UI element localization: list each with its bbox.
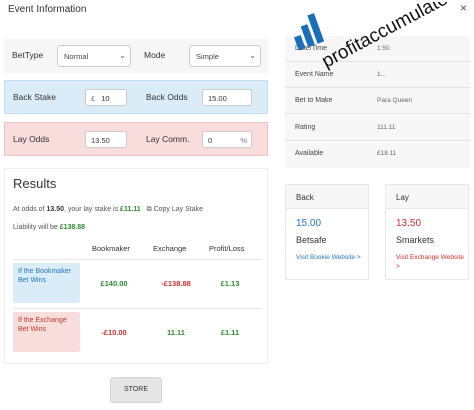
lay-card-header: Lay xyxy=(386,185,468,209)
mode-value: Simple xyxy=(196,52,219,61)
event-value: £18.11 xyxy=(377,150,397,157)
liability-line: Liability will be £138.88 xyxy=(13,224,85,231)
back-stake-label: Back Stake xyxy=(13,92,56,102)
mode-label: Mode xyxy=(144,50,166,60)
chevron-down-icon: ⌄ xyxy=(119,51,126,60)
results-title: Results xyxy=(13,176,57,191)
copy-lay-stake-label: Copy Lay Stake xyxy=(153,206,204,213)
col-header-bookmaker: Bookmaker xyxy=(92,244,130,253)
row1-bookmaker: £140.00 xyxy=(100,279,128,288)
mode-select[interactable]: Simple ⌄ xyxy=(189,45,261,67)
bettype-label: BetType xyxy=(12,50,44,60)
case-bookmaker-wins: If the Bookmaker Bet Wins xyxy=(13,263,80,303)
row2-profit: £1.11 xyxy=(220,328,240,337)
lay-card-exchange: Smarkets xyxy=(396,235,435,245)
modal-title: Event Information xyxy=(8,4,87,15)
percent-suffix: % xyxy=(240,136,247,145)
event-row: Available £18.11 xyxy=(285,141,470,167)
back-card-header: Back xyxy=(286,185,368,209)
event-row: Date/Time 1:50 xyxy=(285,36,470,62)
chevron-down-icon: ⌄ xyxy=(249,51,256,60)
table-divider xyxy=(13,259,261,260)
currency-prefix: £ xyxy=(91,94,96,103)
lay-comm-value: 0 xyxy=(208,136,213,145)
copy-lay-stake-button[interactable]: ⧉ Copy Lay Stake xyxy=(147,206,203,213)
back-card-odds: 15.00 xyxy=(296,218,322,229)
event-value: 111.11 xyxy=(377,124,396,131)
event-key: Available xyxy=(295,150,324,157)
store-button[interactable]: STORE xyxy=(110,377,162,403)
close-icon[interactable]: × xyxy=(460,1,467,15)
event-value: Para Queen xyxy=(377,97,413,104)
back-odds-label: Back Odds xyxy=(146,92,188,102)
odds-value: 13.50 xyxy=(46,206,65,213)
row2-exchange: 11.11 xyxy=(167,328,185,337)
event-key: Bet to Make xyxy=(295,97,333,104)
lay-odds-input[interactable]: 13.50 xyxy=(85,131,127,148)
event-information-modal: Event Information × BetType Normal ⌄ Mod… xyxy=(0,0,474,410)
liability-prefix: Liability will be xyxy=(13,224,58,231)
event-row: Bet to Make Para Queen xyxy=(285,88,470,114)
back-row: Back Stake £ 10 Back Odds 15.00 xyxy=(4,80,268,114)
back-odds-value: 15.00 xyxy=(208,94,227,103)
event-key: Event Name xyxy=(295,71,334,78)
lay-odds-label: Lay Odds xyxy=(13,134,50,144)
odds-middle: , your lay stake is xyxy=(64,206,119,213)
lay-stake-line: At odds of 13.50, your lay stake is £11.… xyxy=(13,206,203,214)
table-divider xyxy=(13,308,261,309)
visit-bookie-link[interactable]: Visit Bookie Website > xyxy=(296,253,361,262)
event-details-panel: Date/Time 1:50 Event Name 1... Bet to Ma… xyxy=(285,36,470,168)
event-value: 1... xyxy=(377,71,387,78)
lay-card: Lay 13.50 Smarkets Visit Exchange Websit… xyxy=(385,184,469,280)
copy-icon: ⧉ xyxy=(146,206,152,213)
back-card-bookmaker: Betsafe xyxy=(296,235,327,245)
lay-comm-input[interactable]: 0 % xyxy=(202,131,252,148)
back-stake-input[interactable]: £ 10 xyxy=(85,89,127,106)
back-odds-input[interactable]: 15.00 xyxy=(202,89,252,106)
event-key: Date/Time xyxy=(295,45,328,52)
back-card: Back 15.00 Betsafe Visit Bookie Website … xyxy=(285,184,369,280)
row2-bookmaker: -£10.00 xyxy=(101,328,127,337)
lay-stake-value: £11.11 xyxy=(120,206,141,213)
bettype-value: Normal xyxy=(64,52,89,61)
event-value: 1:50 xyxy=(377,45,390,52)
lay-row: Lay Odds 13.50 Lay Comm. 0 % xyxy=(4,122,268,156)
liability-value: £138.88 xyxy=(59,224,86,231)
lay-odds-value: 13.50 xyxy=(91,136,110,145)
event-row: Rating 111.11 xyxy=(285,115,470,141)
row1-exchange: -£138.88 xyxy=(161,279,191,288)
event-row: Event Name 1... xyxy=(285,62,470,88)
event-key: Rating xyxy=(295,124,316,131)
case-exchange-wins: If the Exchange Bet Wins xyxy=(13,312,80,352)
bettype-select[interactable]: Normal ⌄ xyxy=(57,45,131,67)
back-stake-value: 10 xyxy=(101,94,110,103)
results-panel: Results At odds of 13.50, your lay stake… xyxy=(4,168,268,364)
col-header-exchange: Exchange xyxy=(153,244,187,253)
lay-comm-label: Lay Comm. xyxy=(146,134,190,144)
visit-exchange-link[interactable]: Visit Exchange Website > xyxy=(396,253,468,271)
bettype-row: BetType Normal ⌄ Mode Simple ⌄ xyxy=(4,39,268,73)
lay-card-odds: 13.50 xyxy=(396,218,422,229)
row1-profit: £1.13 xyxy=(220,279,240,288)
odds-prefix: At odds of xyxy=(13,206,45,213)
col-header-profit: Profit/Loss xyxy=(209,244,245,253)
